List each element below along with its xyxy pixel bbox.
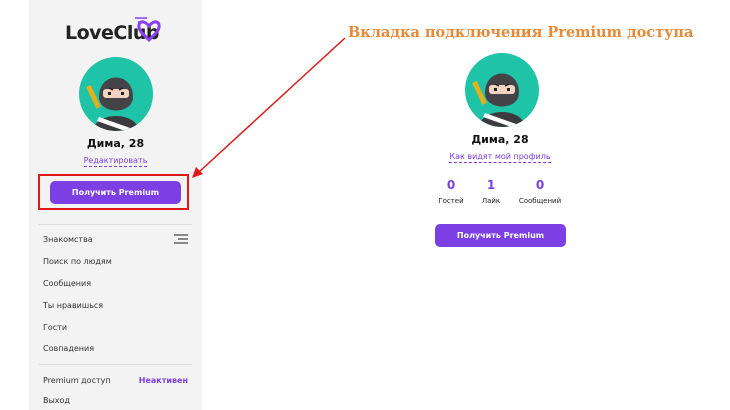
menu-item-guests[interactable]: Гости [43,323,67,332]
annotation-text: Вкладка подключения Premium доступа [348,24,694,41]
menu-item-logout[interactable]: Выход [43,396,70,405]
profile-name: Дима, 28 [471,133,529,146]
avatar[interactable] [465,53,539,127]
menu-item-search[interactable]: Поиск по людям [43,257,112,266]
get-premium-button[interactable]: Получить Premium [50,181,181,204]
premium-status: Неактивен [138,376,188,385]
sidebar: LoveClub Дима, 28 Редактировать Получить… [29,0,202,410]
stat-value: 0 [535,178,545,192]
get-premium-button[interactable]: Получить Premium [435,224,566,247]
divider [39,224,192,225]
divider [39,364,192,365]
menu-item-messages[interactable]: Сообщения [43,279,91,288]
profile-name: Дима, 28 [86,137,145,150]
logo[interactable]: LoveClub [65,14,175,48]
view-profile-link[interactable]: Как видят мой профиль [415,152,585,163]
ninja-avatar-icon [472,73,525,127]
heart-icon [135,17,161,43]
stat-messages[interactable]: 0 Сообщений [510,178,570,205]
stat-label: Сообщений [518,197,562,205]
edit-profile-label: Редактировать [83,156,148,167]
menu-item-premium-access[interactable]: Premium доступ [43,376,111,385]
menu-item-dating[interactable]: Знакомства [43,235,93,244]
view-profile-label: Как видят мой профиль [449,152,551,163]
menu-item-likes[interactable]: Ты нравишься [43,301,103,310]
menu-item-matches[interactable]: Совпадения [43,344,94,353]
ninja-avatar-icon [86,77,139,131]
edit-profile-link[interactable]: Редактировать [29,156,202,167]
avatar[interactable] [79,57,153,131]
filter-icon[interactable] [174,234,188,244]
